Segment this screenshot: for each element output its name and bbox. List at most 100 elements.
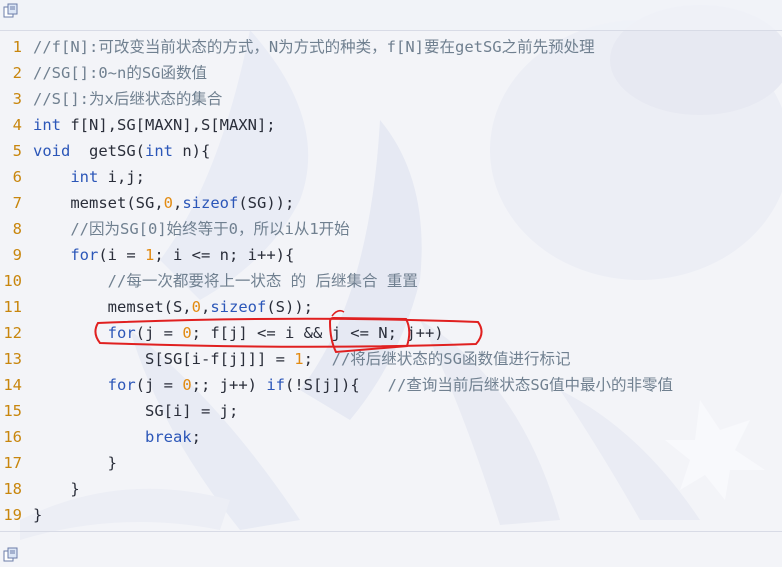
- code-text: break;: [33, 424, 201, 450]
- code-token: f[N],SG[MAXN],S[MAXN];: [61, 116, 276, 134]
- code-text: for(i = 1; i <= n; i++){: [33, 242, 294, 268]
- code-token: //因为SG[0]始终等于0，所以i从1开始: [70, 220, 350, 238]
- code-line: 18 }: [0, 476, 782, 502]
- code-line: 10 //每一次都要将上一状态 的 后继集合 重置: [0, 268, 782, 294]
- code-text: //因为SG[0]始终等于0，所以i从1开始: [33, 216, 350, 242]
- code-text: memset(SG,0,sizeof(SG));: [33, 190, 294, 216]
- code-token: 1: [145, 246, 155, 264]
- code-line: 2 //SG[]:0~n的SG函数值: [0, 60, 782, 86]
- line-number: 14: [3, 376, 22, 394]
- code-token: //SG[]:0~n的SG函数值: [33, 64, 207, 82]
- copy-icon[interactable]: [3, 547, 19, 563]
- code-text: SG[i] = j;: [33, 398, 238, 424]
- code-line: 15 SG[i] = j;: [0, 398, 782, 424]
- code-text: }: [33, 502, 42, 528]
- line-number: 17: [3, 454, 22, 472]
- line-number: 2: [12, 64, 22, 82]
- code-token: ; i <= n; i++){: [154, 246, 295, 264]
- code-line: 5 void getSG(int n){: [0, 138, 782, 164]
- code-line: 8 //因为SG[0]始终等于0，所以i从1开始: [0, 216, 782, 242]
- code-token: int: [33, 116, 61, 134]
- line-number: 12: [3, 324, 22, 342]
- line-number: 15: [3, 402, 22, 420]
- line-number: 3: [12, 90, 22, 108]
- code-token: 0: [182, 376, 192, 394]
- code-line: 16 break;: [0, 424, 782, 450]
- line-number: 16: [3, 428, 22, 446]
- code-token: ;: [303, 350, 332, 368]
- code-text: void getSG(int n){: [33, 138, 210, 164]
- line-number: 13: [3, 350, 22, 368]
- code-text: //每一次都要将上一状态 的 后继集合 重置: [33, 268, 418, 294]
- code-text: for(j = 0;; j++) if(!S[j]){ //查询当前后继状态SG…: [33, 372, 673, 398]
- code-token: (!S[j]){: [285, 376, 388, 394]
- code-token: SG[i] = j;: [33, 402, 239, 420]
- code-line: 12 for(j = 0; f[j] <= i && j <= N; j++): [0, 320, 782, 346]
- code-token: memset(SG,: [33, 194, 164, 212]
- code-token: for: [107, 324, 136, 342]
- code-token: 0: [182, 324, 192, 342]
- code-token: sizeof: [182, 194, 239, 212]
- line-number: 11: [3, 298, 22, 316]
- code-line: 19}: [0, 502, 782, 528]
- code-token: 0: [163, 194, 173, 212]
- code-line: 14 for(j = 0;; j++) if(!S[j]){ //查询当前后继状…: [0, 372, 782, 398]
- code-line: 9 for(i = 1; i <= n; i++){: [0, 242, 782, 268]
- code-token: 0: [191, 298, 201, 316]
- code-token: }: [33, 506, 43, 524]
- code-token: 1: [294, 350, 304, 368]
- code-token: (S));: [266, 298, 313, 316]
- code-token: ;: [191, 428, 201, 446]
- code-token: //将后继状态的SG函数值进行标记: [331, 350, 571, 368]
- code-line: 1 //f[N]:可改变当前状态的方式，N为方式的种类，f[N]要在getSG之前…: [0, 34, 782, 60]
- code-block: 1 //f[N]:可改变当前状态的方式，N为方式的种类，f[N]要在getSG之前…: [0, 30, 782, 532]
- code-text: //SG[]:0~n的SG函数值: [33, 60, 207, 86]
- code-token: sizeof: [210, 298, 267, 316]
- code-line: 7 memset(SG,0,sizeof(SG));: [0, 190, 782, 216]
- line-number: 6: [12, 168, 22, 186]
- code-token: for: [70, 246, 99, 264]
- code-line: 17 }: [0, 450, 782, 476]
- code-line: 3 //S[]:为x后继状态的集合: [0, 86, 782, 112]
- code-token: (j =: [135, 324, 183, 342]
- line-number: 1: [12, 38, 22, 56]
- code-token: ,: [200, 298, 211, 316]
- copy-icon[interactable]: [3, 3, 19, 19]
- code-token: ;; j++): [191, 376, 267, 394]
- code-token: i,j;: [98, 168, 145, 186]
- code-line: 11 memset(S,0,sizeof(S));: [0, 294, 782, 320]
- code-text: int f[N],SG[MAXN],S[MAXN];: [33, 112, 276, 138]
- code-text: //f[N]:可改变当前状态的方式，N为方式的种类，f[N]要在getSG之前先…: [33, 34, 595, 60]
- code-text: //S[]:为x后继状态的集合: [33, 86, 222, 112]
- code-token: getSG(: [70, 142, 145, 160]
- code-token: for: [107, 376, 136, 394]
- code-token: void: [33, 142, 71, 160]
- code-token: int: [144, 142, 173, 160]
- code-token: int: [70, 168, 99, 186]
- code-token: //S[]:为x后继状态的集合: [33, 90, 223, 108]
- code-token: //每一次都要将上一状态 的 后继集合 重置: [107, 272, 418, 290]
- line-number: 8: [12, 220, 22, 238]
- code-token: break: [144, 428, 192, 446]
- code-token: (j =: [135, 376, 183, 394]
- code-text: S[SG[i-f[j]]] = 1; //将后继状态的SG函数值进行标记: [33, 346, 571, 372]
- code-token: //查询当前后继状态SG值中最小的非零值: [387, 376, 673, 394]
- code-token: (i =: [98, 246, 145, 264]
- code-token: S[SG[i-f[j]]] =: [33, 350, 295, 368]
- code-token: n){: [172, 142, 211, 160]
- code-token: //f[N]:可改变当前状态的方式，N为方式的种类，f[N]要在getSG之前先…: [33, 38, 595, 56]
- code-text: }: [33, 476, 79, 502]
- line-number: 19: [3, 506, 22, 524]
- code-text: int i,j;: [33, 164, 145, 190]
- line-number: 10: [3, 272, 22, 290]
- code-token: }: [33, 454, 117, 472]
- code-token: memset(S,: [33, 298, 192, 316]
- line-number: 4: [12, 116, 22, 134]
- code-text: for(j = 0; f[j] <= i && j <= N; j++): [33, 320, 444, 346]
- line-number: 9: [12, 246, 22, 264]
